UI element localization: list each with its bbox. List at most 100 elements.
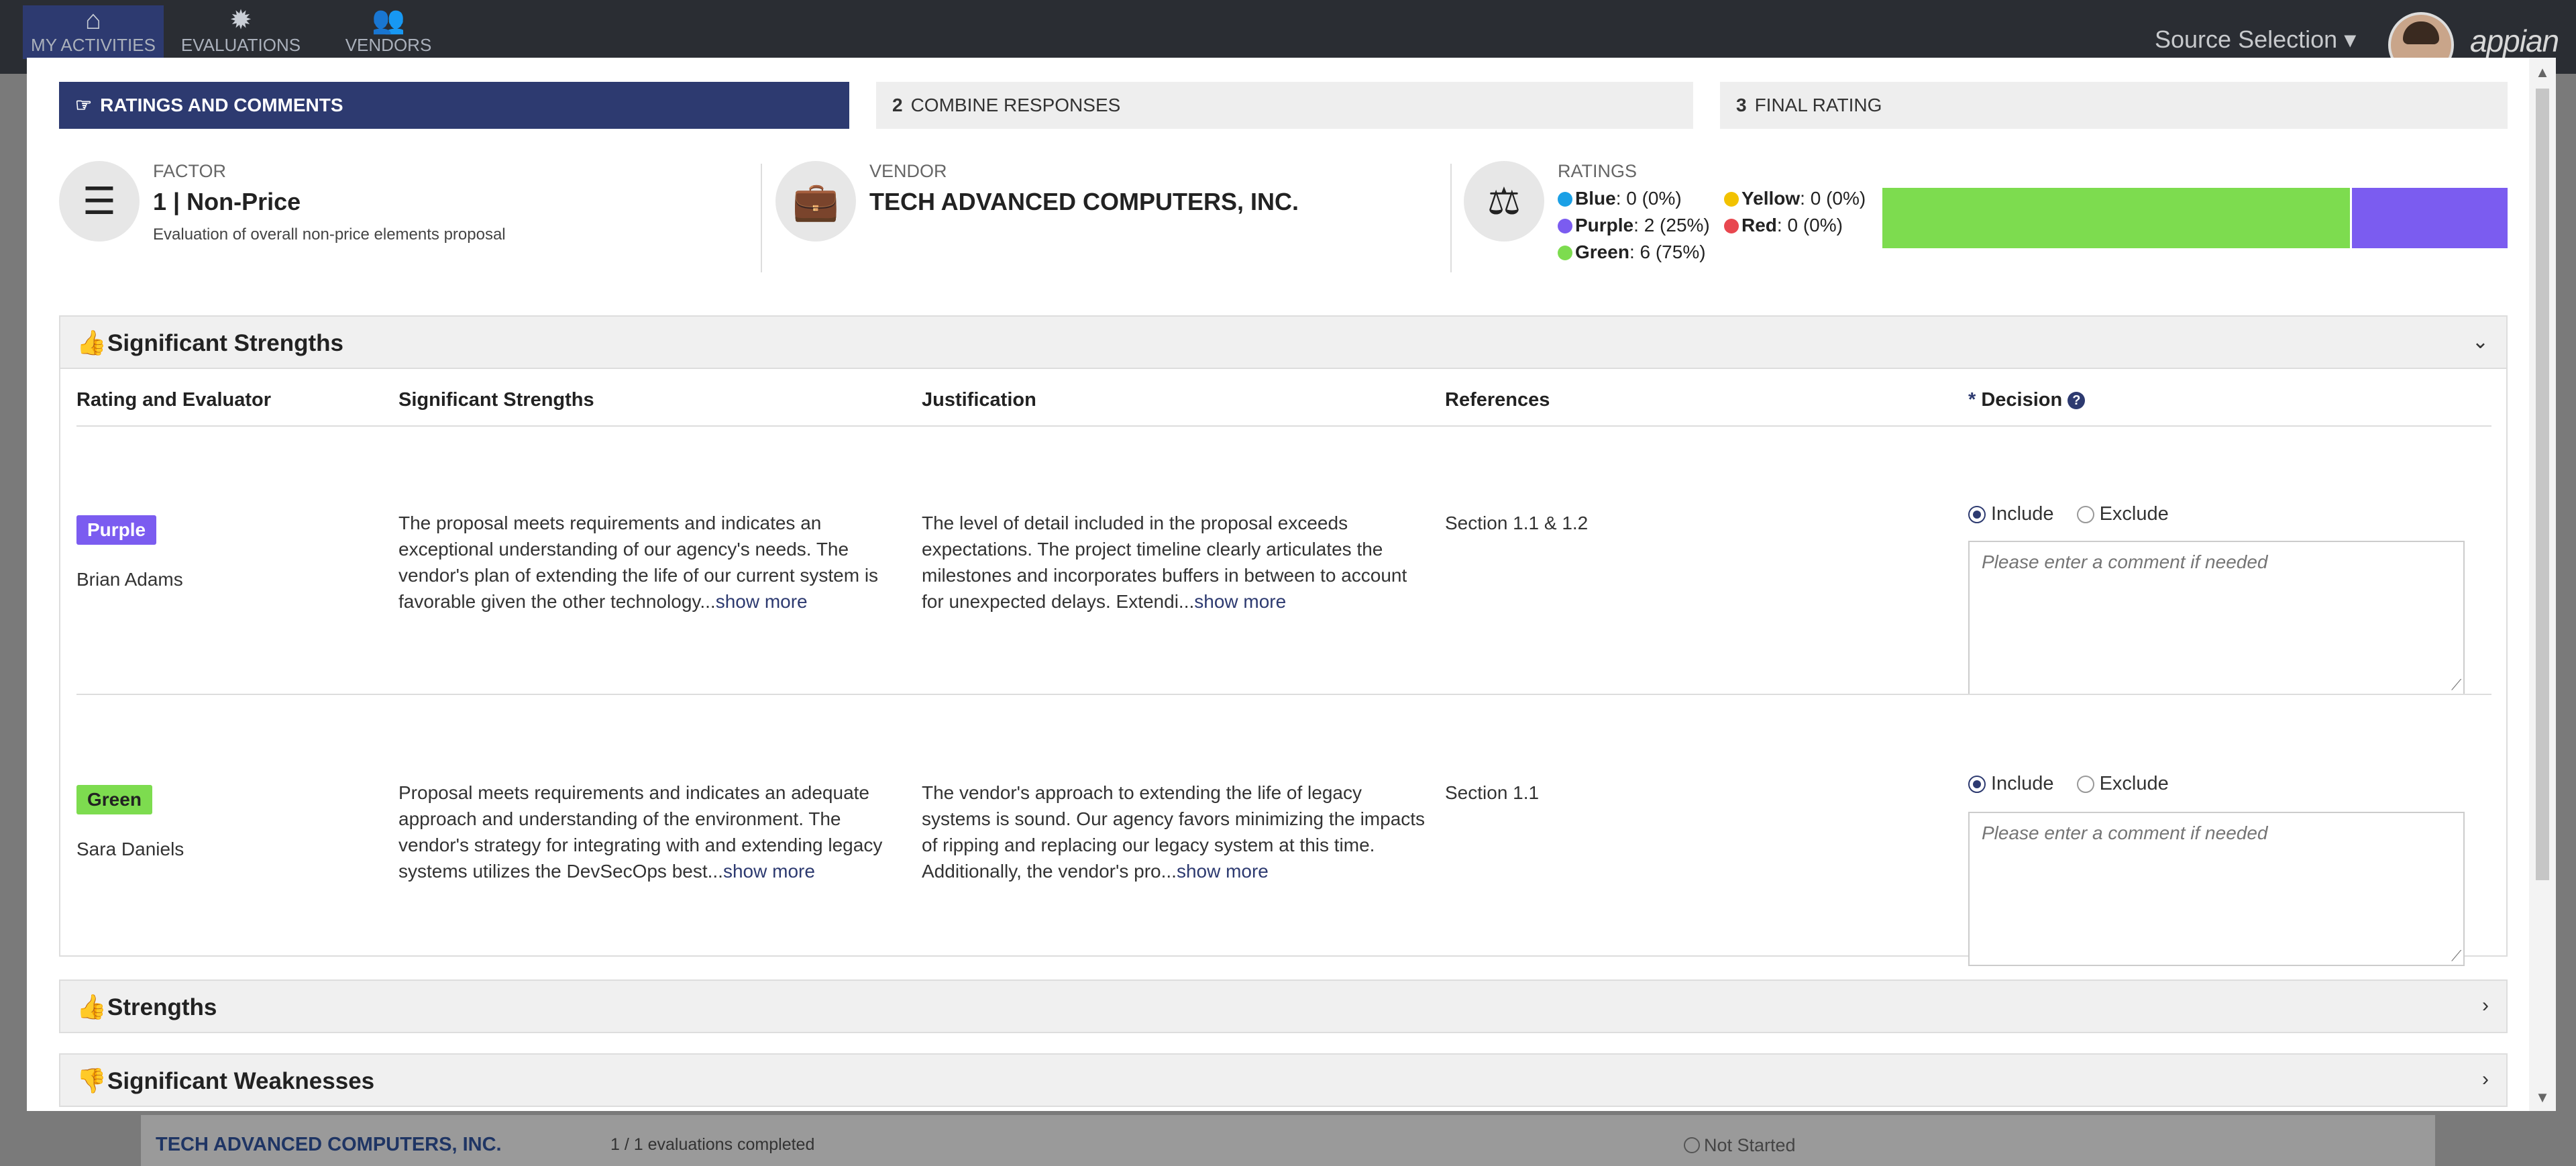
- section-title: Significant Weaknesses: [107, 1068, 375, 1094]
- include-radio[interactable]: [1968, 776, 1986, 793]
- scrollbar-thumb[interactable]: [2536, 89, 2549, 880]
- scroll-down-icon[interactable]: ▼: [2533, 1088, 2552, 1107]
- justification-body: The vendor's approach to extending the l…: [922, 782, 1426, 882]
- nav-label: VENDORS: [345, 35, 432, 55]
- scrollbar[interactable]: ▲ ▼: [2529, 58, 2556, 1111]
- hand-point-icon: ☞: [75, 95, 93, 115]
- rating-green: Green: 6 (75%): [1558, 242, 1706, 263]
- nav-my-activities[interactable]: ⌂ MY ACTIVITIES: [23, 5, 164, 59]
- caret-down-icon: ▾: [2344, 25, 2357, 53]
- background-status: Not Started: [1684, 1135, 1796, 1156]
- step-number: 3: [1736, 95, 1747, 115]
- vendor-label: VENDOR: [869, 161, 947, 181]
- show-more-link[interactable]: show more: [1194, 591, 1286, 612]
- list-icon: ☰: [59, 161, 140, 242]
- step-number: 2: [892, 95, 903, 115]
- home-icon: ⌂: [85, 5, 102, 35]
- vendor-name: TECH ADVANCED COMPUTERS, INC.: [869, 188, 1299, 215]
- rating-value: : 6 (75%): [1629, 242, 1706, 262]
- exclude-label: Exclude: [2099, 773, 2169, 794]
- evaluator-name: Brian Adams: [76, 569, 183, 590]
- chevron-down-icon: ⌄: [2471, 331, 2489, 353]
- yellow-dot-icon: [1724, 192, 1739, 207]
- rating-name: Yellow: [1741, 188, 1801, 209]
- help-icon[interactable]: ?: [2068, 392, 2086, 409]
- resize-handle-icon[interactable]: ⟋: [2451, 678, 2466, 692]
- scroll-up-icon[interactable]: ▲: [2533, 63, 2552, 82]
- divider: [76, 425, 2491, 427]
- step-final-rating[interactable]: 3 FINAL RATING: [1720, 82, 2508, 129]
- rating-name: Blue: [1575, 188, 1616, 209]
- status-circle-icon: [1684, 1137, 1700, 1153]
- references-text: Section 1.1 & 1.2: [1445, 513, 1589, 533]
- exclude-radio[interactable]: [2076, 506, 2094, 523]
- divider: [76, 694, 2491, 695]
- nav-evaluations[interactable]: ✹ EVALUATIONS: [170, 5, 311, 59]
- brand-logo: appian: [2470, 23, 2559, 58]
- rating-value: : 0 (0%): [1615, 188, 1682, 209]
- decision-label: Decision: [1981, 389, 2063, 411]
- header-references: References: [1445, 389, 1550, 411]
- gear-icon: ✹: [229, 5, 252, 35]
- status-text: Not Started: [1704, 1135, 1796, 1155]
- strength-text: The proposal meets requirements and indi…: [398, 510, 908, 615]
- step-ratings-and-comments[interactable]: ☞ RATINGS AND COMMENTS: [59, 82, 849, 129]
- briefcase-icon: 💼: [775, 161, 856, 242]
- evaluator-name: Sara Daniels: [76, 839, 184, 859]
- rating-value: : 0 (0%): [1776, 215, 1843, 235]
- rating-name: Green: [1575, 242, 1629, 262]
- include-label: Include: [1991, 773, 2054, 794]
- rating-value: : 2 (25%): [1633, 215, 1710, 235]
- background-evaluations-count: 1 / 1 evaluations completed: [610, 1135, 815, 1154]
- evaluation-summary: ☰ FACTOR 1 | Non-Price Evaluation of ove…: [59, 161, 2508, 275]
- scale-icon: ⚖: [1464, 161, 1544, 242]
- rating-name: Purple: [1575, 215, 1634, 235]
- comment-field[interactable]: [1968, 541, 2465, 695]
- strength-text: Proposal meets requirements and indicate…: [398, 780, 908, 884]
- rating-value: : 0 (0%): [1800, 188, 1866, 209]
- source-selection-menu[interactable]: Source Selection ▾: [2155, 25, 2356, 54]
- step-combine-responses[interactable]: 2 COMBINE RESPONSES: [876, 82, 1693, 129]
- section-title: Strengths: [107, 994, 217, 1020]
- thumbs-up-icon: 👍: [76, 993, 107, 1020]
- references-text: Section 1.1: [1445, 782, 1540, 803]
- show-more-link[interactable]: show more: [1177, 861, 1269, 882]
- resize-handle-icon[interactable]: ⟋: [2451, 949, 2466, 963]
- section-significant-strengths[interactable]: 👍 Significant Strengths ⌄: [59, 315, 2508, 369]
- header-rating-evaluator: Rating and Evaluator: [76, 389, 272, 411]
- factor-description: Evaluation of overall non-price elements…: [153, 225, 506, 244]
- exclude-label: Exclude: [2099, 503, 2169, 525]
- nav-label: EVALUATIONS: [180, 35, 301, 55]
- section-significant-weaknesses[interactable]: 👎 Significant Weaknesses ›: [59, 1053, 2508, 1107]
- divider: [1450, 164, 1452, 272]
- rating-badge: Purple: [76, 515, 157, 545]
- exclude-radio[interactable]: [2076, 776, 2094, 793]
- rating-name: Red: [1741, 215, 1777, 235]
- include-label: Include: [1991, 503, 2054, 525]
- show-more-link[interactable]: show more: [716, 591, 808, 612]
- factor-block: ☰ FACTOR 1 | Non-Price Evaluation of ove…: [59, 161, 730, 275]
- header-significant-strengths: Significant Strengths: [398, 389, 594, 411]
- justification-body: The level of detail included in the prop…: [922, 513, 1407, 612]
- show-more-link[interactable]: show more: [723, 861, 815, 882]
- chevron-right-icon: ›: [2482, 1068, 2489, 1090]
- step-label: RATINGS AND COMMENTS: [100, 95, 343, 115]
- nav-vendors[interactable]: 👥 VENDORS: [318, 5, 459, 59]
- include-radio[interactable]: [1968, 506, 1986, 523]
- section-strengths[interactable]: 👍 Strengths ›: [59, 979, 2508, 1033]
- green-segment: [1882, 188, 2352, 248]
- nav-label: MY ACTIVITIES: [31, 35, 156, 55]
- source-selection-label: Source Selection: [2155, 25, 2338, 53]
- comment-field[interactable]: [1968, 812, 2465, 966]
- ratings-modal: ☞ RATINGS AND COMMENTS 2 COMBINE RESPONSES…: [27, 58, 2556, 1111]
- vendor-block: 💼 VENDOR TECH ADVANCED COMPUTERS, INC.: [775, 161, 1446, 275]
- justification-text: The level of detail included in the prop…: [922, 510, 1432, 615]
- decision-radio-group: Include Exclude: [1968, 503, 2186, 525]
- rating-blue: Blue: 0 (0%): [1558, 188, 1682, 209]
- significant-strengths-table: Rating and Evaluator Significant Strengt…: [59, 369, 2508, 966]
- red-dot-icon: [1724, 219, 1739, 233]
- blue-dot-icon: [1558, 192, 1572, 207]
- users-icon: 👥: [372, 5, 405, 35]
- decision-radio-group: Include Exclude: [1968, 773, 2186, 795]
- background-vendor-name: TECH ADVANCED COMPUTERS, INC.: [156, 1134, 502, 1155]
